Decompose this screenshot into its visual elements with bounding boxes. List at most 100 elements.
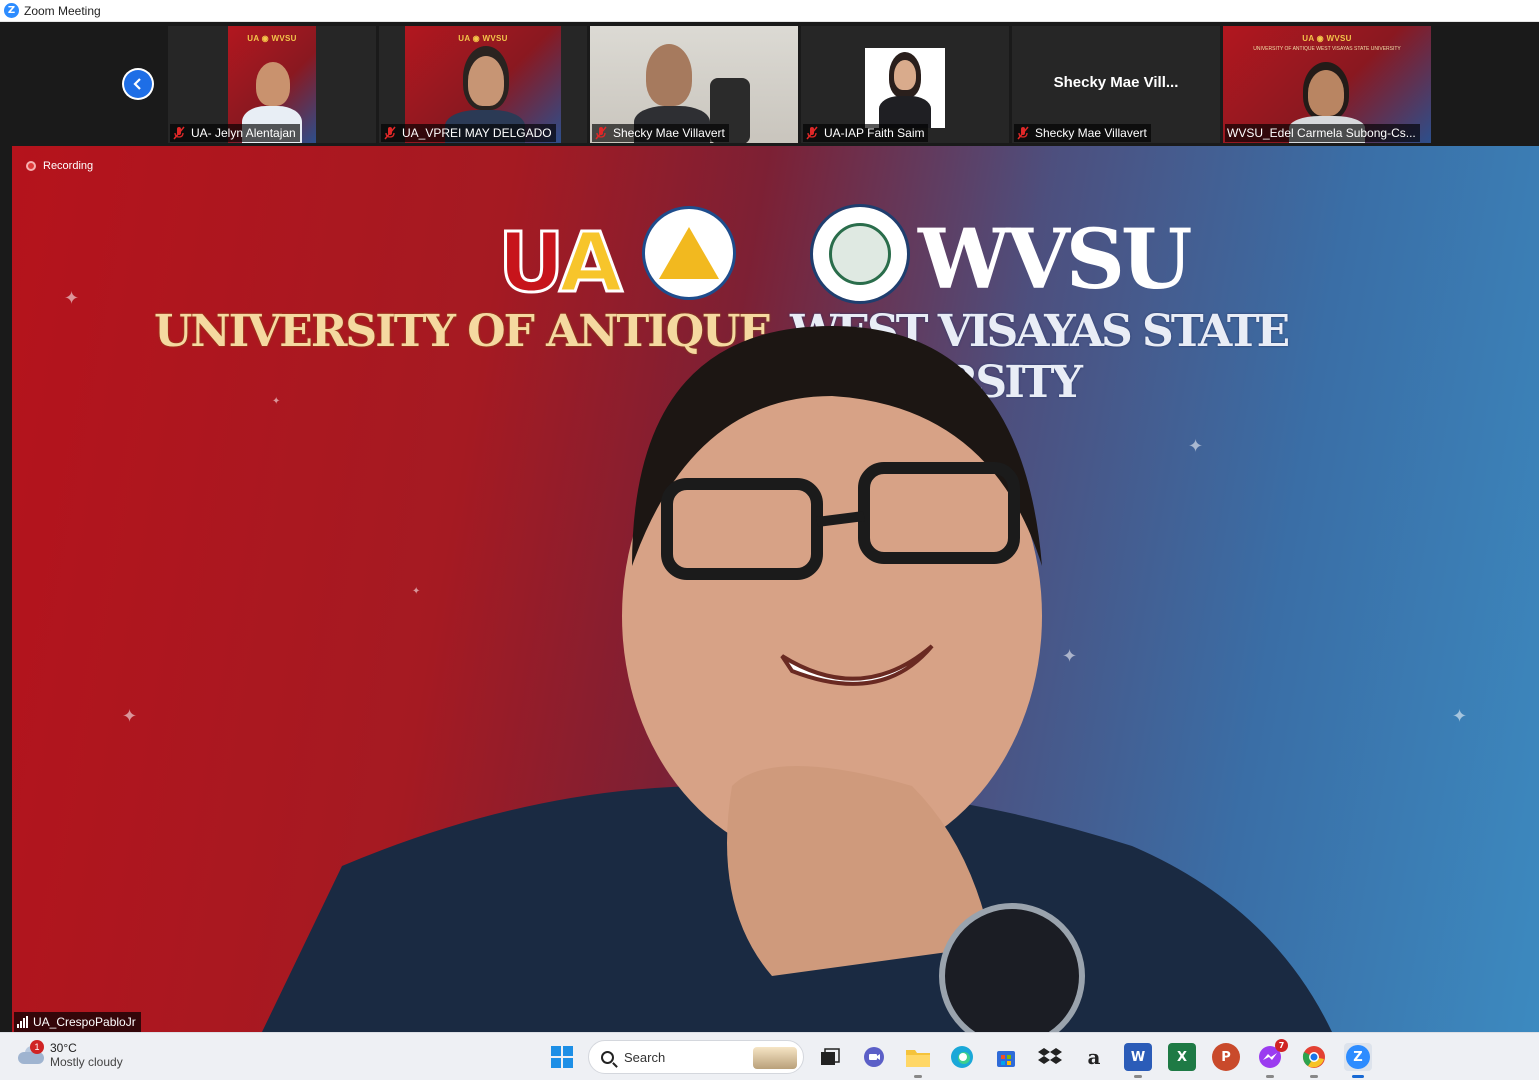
search-placeholder: Search <box>624 1049 666 1065</box>
powerpoint-glyph: P <box>1221 1049 1231 1065</box>
microphone-muted-icon <box>595 126 607 140</box>
participant-name-tag: WVSU_Edel Carmela Subong-Cs... <box>1225 124 1420 142</box>
signal-bar <box>23 1018 25 1028</box>
mini-banner-text: WVSU <box>1326 34 1352 43</box>
speaker-name-tag: UA_CrespoPabloJr <box>14 1012 141 1032</box>
microphone-muted-icon <box>806 126 818 140</box>
windows-logo-pane <box>563 1046 573 1056</box>
excel-icon[interactable]: X <box>1168 1043 1196 1071</box>
weather-condition: Mostly cloudy <box>50 1055 123 1069</box>
participant-name: UA-IAP Faith Saim <box>824 126 925 140</box>
participant-name-tag: UA-IAP Faith Saim <box>803 124 929 142</box>
dropbox-glyph <box>1038 1048 1062 1064</box>
cloud-part <box>18 1052 44 1064</box>
word-glyph: W <box>1130 1049 1146 1065</box>
chrome-icon[interactable] <box>1300 1043 1328 1078</box>
amazon-icon[interactable]: a <box>1080 1043 1108 1071</box>
microphone-muted-icon <box>173 126 185 140</box>
zoom-taskbar-icon[interactable]: Z <box>1344 1043 1372 1078</box>
weather-text: 30°C Mostly cloudy <box>50 1041 123 1069</box>
signal-bar <box>20 1021 22 1028</box>
person-face <box>646 44 692 106</box>
running-indicator <box>1310 1075 1318 1078</box>
person-face <box>256 62 290 106</box>
participant-video <box>865 48 945 128</box>
participant-tile[interactable]: UA ◉ WVSU UA- Jelyn Alentajan <box>168 26 376 143</box>
running-indicator <box>1266 1075 1274 1078</box>
folder-glyph <box>906 1050 930 1067</box>
participant-name-tag: UA_VPREI MAY DELGADO <box>381 124 556 142</box>
mini-banner-text: WVSU <box>271 34 297 43</box>
weather-temperature: 30°C <box>50 1041 77 1055</box>
mini-banner-subtext: UNIVERSITY OF ANTIQUE WEST VISAYAS STATE… <box>1253 46 1401 52</box>
teams-meet-icon[interactable] <box>860 1043 888 1071</box>
mini-banner-text: UA <box>1302 34 1315 43</box>
glasses-bridge <box>816 511 865 527</box>
person-face <box>1308 70 1344 116</box>
participant-name: UA- Jelyn Alentajan <box>191 126 296 140</box>
windows-taskbar: 1 30°C Mostly cloudy Search a W X P 7 Z <box>0 1032 1539 1080</box>
zoom-icon: Z <box>4 3 19 18</box>
start-button[interactable] <box>551 1046 573 1068</box>
amazon-glyph: a <box>1087 1045 1101 1069</box>
participant-tile[interactable]: UA ◉ WVSU UA_VPREI MAY DELGADO <box>379 26 587 143</box>
zoom-glyph: Z <box>1346 1045 1370 1069</box>
excel-glyph: X <box>1176 1049 1188 1065</box>
search-highlight-image <box>753 1047 797 1069</box>
windows-logo-pane <box>551 1058 561 1068</box>
store-glyph <box>997 1051 1015 1067</box>
smartwatch <box>939 903 1085 1032</box>
weather-badge: 1 <box>30 1040 44 1054</box>
participant-name: WVSU_Edel Carmela Subong-Cs... <box>1227 126 1416 140</box>
task-view-icon[interactable] <box>816 1043 844 1071</box>
edge-icon[interactable] <box>948 1043 976 1071</box>
running-indicator <box>1134 1075 1142 1078</box>
search-icon <box>601 1050 614 1064</box>
notification-badge: 7 <box>1275 1039 1288 1052</box>
person-face <box>468 56 504 106</box>
mini-banner-text: UA <box>458 34 471 43</box>
weather-widget[interactable]: 1 30°C Mostly cloudy <box>18 1040 123 1069</box>
store-icon[interactable] <box>992 1043 1020 1071</box>
participant-name-tag: UA- Jelyn Alentajan <box>170 124 300 142</box>
participant-tile[interactable]: UA-IAP Faith Saim <box>801 26 1009 143</box>
participant-name: UA_VPREI MAY DELGADO <box>402 126 552 140</box>
participant-name-tag: Shecky Mae Villavert <box>592 124 729 142</box>
file-explorer-icon[interactable] <box>904 1043 932 1078</box>
speaker-name: UA_CrespoPabloJr <box>33 1015 136 1029</box>
dropbox-icon[interactable] <box>1036 1043 1064 1071</box>
participant-tile-active[interactable]: UA ◉ WVSU UNIVERSITY OF ANTIQUE WEST VIS… <box>1223 26 1431 143</box>
edge-glyph <box>951 1046 973 1068</box>
mini-banner-text: WVSU <box>482 34 508 43</box>
window-titlebar: Z Zoom Meeting <box>0 0 1539 22</box>
task-view-glyph <box>821 1048 840 1065</box>
gallery-strip: UA ◉ WVSU UA- Jelyn Alentajan UA ◉ WVSU … <box>0 22 1539 146</box>
windows-logo-pane <box>551 1046 561 1056</box>
microphone-muted-icon <box>1017 126 1029 140</box>
signal-bar <box>17 1024 19 1028</box>
taskbar-search-box[interactable]: Search <box>588 1040 804 1074</box>
word-icon[interactable]: W <box>1124 1043 1152 1078</box>
microphone-muted-icon <box>384 126 396 140</box>
mini-banner-text: UA <box>247 34 260 43</box>
cloudy-weather-icon: 1 <box>18 1040 44 1064</box>
participant-name: Shecky Mae Villavert <box>613 126 725 140</box>
participant-name: Shecky Mae Villavert <box>1035 126 1147 140</box>
powerpoint-icon[interactable]: P <box>1212 1043 1240 1071</box>
active-speaker-video: ✦ ✦ ✦ ✦ ✦ ✦ ✦ Recording UA WVSU UNIVERSI… <box>12 146 1539 1032</box>
connection-strength-icon <box>17 1016 28 1028</box>
windows-logo-pane <box>563 1058 573 1068</box>
participant-tile[interactable]: Shecky Mae Vill... Shecky Mae Villavert <box>1012 26 1220 143</box>
participant-name-tag: Shecky Mae Villavert <box>1014 124 1151 142</box>
signal-bar <box>26 1016 28 1028</box>
person-face <box>894 60 916 90</box>
meet-glyph <box>864 1047 884 1067</box>
messenger-icon[interactable]: 7 <box>1256 1039 1288 1078</box>
window-title: Zoom Meeting <box>24 3 101 18</box>
running-indicator <box>914 1075 922 1078</box>
participant-display-name: Shecky Mae Vill... <box>1053 74 1179 91</box>
previous-page-button[interactable] <box>122 68 154 100</box>
chrome-glyph <box>1302 1046 1325 1068</box>
participant-tile[interactable]: Shecky Mae Villavert <box>590 26 798 143</box>
speaker-figure <box>262 326 1332 1032</box>
